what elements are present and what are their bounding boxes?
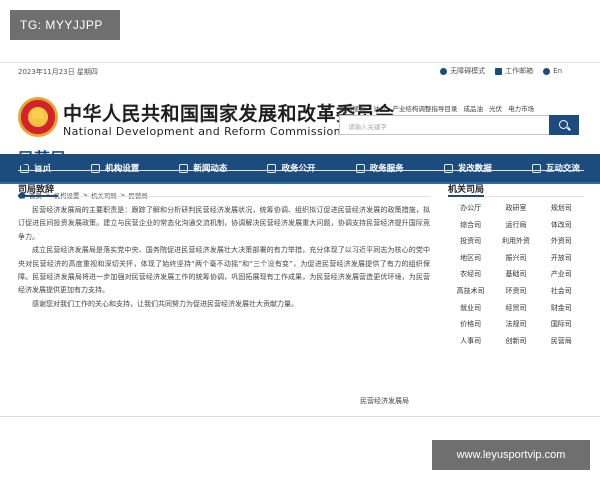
department-link[interactable]: 环资司 [493, 283, 538, 300]
department-grid: 办公厅 政研室 规划司综合司 运行局 体改司投资司 利用外资 外资司地区司 振兴司 开放司农经司… [448, 200, 584, 417]
department-link[interactable]: 人事司 [448, 333, 493, 350]
department-link[interactable]: 产业司 [539, 266, 584, 283]
nav-item-news[interactable]: 新闻动态 [179, 162, 227, 174]
service-icon [355, 163, 365, 173]
nav-label: 机构设置 [105, 164, 140, 174]
site-header: 中华人民共和国国家发展和改革委员会 National Development a… [0, 81, 600, 153]
news-icon [179, 163, 189, 173]
hot-term[interactable]: 油价 [373, 105, 386, 113]
globe-icon [267, 163, 277, 173]
department-link[interactable]: 地区司 [448, 250, 493, 267]
hot-term[interactable]: 产业结构调整指导目录 [392, 105, 457, 113]
department-link[interactable]: 国际司 [539, 316, 584, 333]
article-body: 民营经济发展局的主要职责是：跟踪了解和分析研判民营经济发展状况，统筹协调、组织拟… [18, 204, 430, 311]
site-name-en[interactable]: National Development and Reform Commissi… [63, 125, 341, 138]
sidebar-underline [448, 195, 584, 197]
department-link[interactable]: 经贸司 [493, 300, 538, 317]
search-input[interactable]: 请输入关键字 [348, 121, 387, 131]
national-emblem-icon[interactable] [18, 97, 58, 137]
department-link[interactable]: 开放司 [539, 250, 584, 267]
watermark-top: TG: MYYJJPP [10, 10, 120, 40]
department-link[interactable]: 规划司 [539, 200, 584, 217]
hot-term[interactable]: 成品油 [463, 105, 483, 113]
mail-icon [495, 67, 503, 75]
page-title: 民营局 [18, 149, 67, 168]
department-link[interactable]: 综合司 [448, 217, 493, 234]
department-link[interactable]: 外资司 [539, 233, 584, 250]
mail-label: 工作邮箱 [505, 67, 534, 75]
breadcrumb-item[interactable]: 机关司局 [91, 190, 117, 200]
department-link[interactable]: 法规司 [493, 316, 538, 333]
signature: 民营经济发展局 [360, 397, 409, 405]
section-title: 司局致辞 [18, 185, 55, 195]
english-label: En [553, 67, 562, 75]
chart-icon [443, 163, 453, 173]
globe-icon [543, 67, 551, 75]
department-link[interactable]: 利用外资 [493, 233, 538, 250]
page-bottom-edge [0, 416, 600, 417]
accessibility-link[interactable]: 无障碍模式 [440, 66, 485, 76]
nav-label: 新闻动态 [193, 164, 228, 174]
department-link[interactable]: 运行局 [493, 217, 538, 234]
department-link[interactable]: 高技术司 [448, 283, 493, 300]
accessibility-label: 无障碍模式 [450, 67, 486, 75]
chat-icon [531, 163, 541, 173]
department-link[interactable]: 价格司 [448, 316, 493, 333]
department-link[interactable]: 基础司 [493, 266, 538, 283]
nav-item-interaction[interactable]: 互动交流 [531, 162, 580, 174]
nav-item-disclosure[interactable]: 政务公开 [267, 162, 316, 174]
search-button[interactable] [549, 115, 579, 135]
department-link[interactable]: 振兴司 [493, 250, 538, 267]
divider [18, 170, 584, 171]
nav-item-organization[interactable]: 机构设置 [91, 162, 139, 174]
english-link[interactable]: En [543, 67, 562, 75]
department-link[interactable]: 就业司 [448, 300, 493, 317]
department-link[interactable]: 投资司 [448, 233, 493, 250]
department-link[interactable]: 创新司 [493, 333, 538, 350]
search-icon [559, 120, 568, 129]
building-icon [91, 163, 101, 173]
search-box[interactable]: 请输入关键字 [339, 115, 579, 135]
paragraph: 感谢您对我们工作的关心和支持，让我们共同努力为促进民营经济发展壮大贡献力量。 [32, 299, 298, 308]
hot-term[interactable]: 光伏 [489, 105, 502, 113]
top-bar: 2023年11月23日 星期四 无障碍模式 工作邮箱 En [0, 63, 600, 81]
main-nav: 首页 机构设置 新闻动态 政务公开 政务服务 发改数据 互动交流 [0, 154, 600, 184]
department-link[interactable]: 民营局 [539, 333, 584, 350]
department-link[interactable]: 办公厅 [448, 200, 493, 217]
top-links: 无障碍模式 工作邮箱 En [440, 66, 562, 76]
nav-label: 政务服务 [369, 164, 404, 174]
current-date: 2023年11月23日 星期四 [18, 68, 98, 76]
sidebar-title: 机关司局 [448, 185, 485, 195]
hot-term[interactable]: 电力市场 [508, 105, 534, 113]
hot-label: 热门搜索: [339, 105, 368, 113]
department-link[interactable]: 体改司 [539, 217, 584, 234]
mail-link[interactable]: 工作邮箱 [495, 66, 533, 76]
department-link[interactable]: 农经司 [448, 266, 493, 283]
breadcrumb-current: 民营局 [128, 192, 148, 200]
department-link[interactable]: 社会司 [539, 283, 584, 300]
hot-searches: 热门搜索: 油价 产业结构调整指导目录 成品油 光伏 电力市场 [339, 103, 538, 113]
nav-item-data[interactable]: 发改数据 [443, 162, 492, 174]
watermark-bottom: www.leyusportvip.com [432, 440, 590, 470]
nav-label: 互动交流 [545, 164, 580, 174]
department-link[interactable]: 财金司 [539, 300, 584, 317]
nav-label: 政务公开 [281, 164, 316, 174]
nav-item-services[interactable]: 政务服务 [355, 162, 404, 174]
paragraph: 民营经济发展局的主要职责是：跟踪了解和分析研判民营经济发展状况，统筹协调、组织拟… [18, 206, 430, 241]
paragraph: 成立民营经济发展局是落实党中央、国务院促进民营经济发展壮大决策部署的有力举措，充… [18, 246, 430, 295]
department-link[interactable]: 政研室 [493, 200, 538, 217]
nav-label: 发改数据 [457, 164, 492, 174]
accessibility-icon [440, 67, 448, 75]
section-underline [18, 195, 430, 197]
